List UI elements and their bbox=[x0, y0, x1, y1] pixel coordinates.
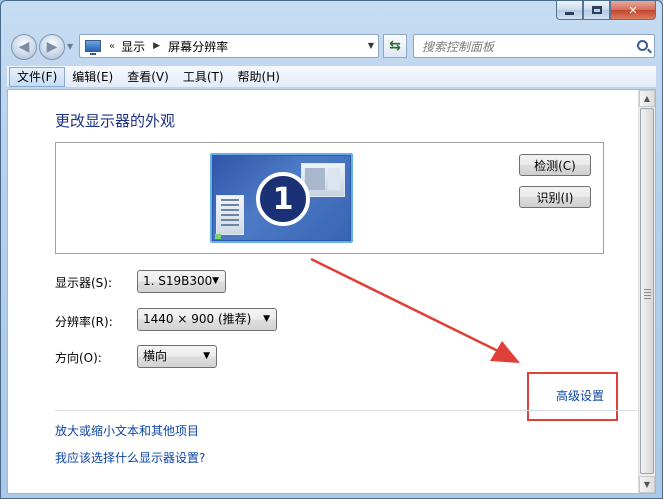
breadcrumb-separator-icon[interactable]: ▶ bbox=[153, 41, 160, 51]
search-icon[interactable] bbox=[637, 40, 648, 51]
breadcrumb-overflow[interactable]: « bbox=[109, 41, 115, 52]
menu-help[interactable]: 帮助(H) bbox=[231, 67, 287, 87]
menu-bar: 文件(F) 编辑(E) 查看(V) 工具(T) 帮助(H) bbox=[7, 66, 656, 88]
search-box[interactable] bbox=[413, 34, 655, 58]
address-bar[interactable]: « 显示 ▶ 屏幕分辨率 ▼ bbox=[79, 34, 379, 58]
grip-icon bbox=[644, 289, 651, 301]
minimize-button[interactable] bbox=[556, 1, 583, 20]
minimize-icon bbox=[565, 11, 574, 15]
forward-arrow-icon: ▶ bbox=[46, 39, 58, 55]
menu-edit[interactable]: 编辑(E) bbox=[65, 67, 120, 87]
address-dropdown-icon[interactable]: ▼ bbox=[368, 41, 374, 50]
navigation-bar: ◀ ▶ ▼ « 显示 ▶ 屏幕分辨率 ▼ ⇆ bbox=[1, 29, 662, 65]
menu-file[interactable]: 文件(F) bbox=[9, 66, 66, 87]
caption-buttons: ✕ bbox=[556, 1, 656, 21]
maximize-icon bbox=[591, 6, 602, 14]
forward-button[interactable]: ▶ bbox=[39, 34, 65, 60]
recent-pages-dropdown-icon[interactable]: ▼ bbox=[67, 42, 73, 51]
close-button[interactable]: ✕ bbox=[610, 1, 656, 20]
control-panel-icon bbox=[85, 40, 101, 55]
breadcrumb-display[interactable]: 显示 bbox=[121, 38, 145, 55]
vertical-scrollbar[interactable]: ▲ ▼ bbox=[638, 90, 655, 493]
annotation-arrow bbox=[310, 257, 520, 363]
annotation-arrow-line bbox=[310, 257, 501, 354]
close-icon: ✕ bbox=[628, 3, 638, 17]
content-pane: 更改显示器的外观 1 检测(C) 识别(I) 显示器(S): 1. S19B30… bbox=[7, 89, 656, 494]
back-button[interactable]: ◀ bbox=[11, 34, 37, 60]
scrollbar-thumb[interactable] bbox=[640, 108, 654, 474]
breadcrumb-screen-resolution[interactable]: 屏幕分辨率 bbox=[168, 38, 228, 55]
search-input[interactable] bbox=[422, 38, 627, 55]
scroll-up-icon[interactable]: ▲ bbox=[639, 90, 655, 107]
menu-tools[interactable]: 工具(T) bbox=[176, 67, 231, 87]
scroll-down-icon[interactable]: ▼ bbox=[639, 476, 655, 493]
annotation-arrow-head bbox=[490, 341, 520, 363]
menu-view[interactable]: 查看(V) bbox=[120, 67, 176, 87]
maximize-button[interactable] bbox=[583, 1, 610, 20]
refresh-icon: ⇆ bbox=[389, 38, 401, 54]
refresh-button[interactable]: ⇆ bbox=[383, 34, 407, 58]
back-arrow-icon: ◀ bbox=[18, 39, 30, 55]
control-panel-window: ✕ ◀ ▶ ▼ « 显示 ▶ 屏幕分辨率 ▼ ⇆ 文件(F) 编辑(E) 查看(… bbox=[0, 0, 663, 499]
